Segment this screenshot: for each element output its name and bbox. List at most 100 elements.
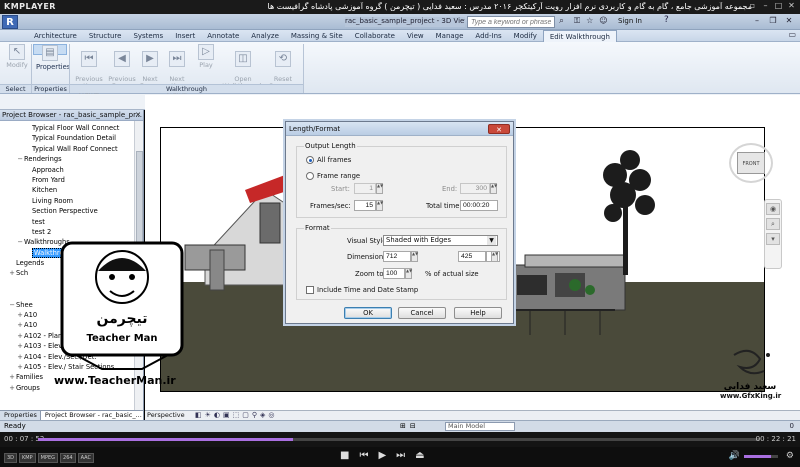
fps-spinner[interactable]: ▲▼ bbox=[376, 200, 383, 211]
filter-count[interactable]: 0 bbox=[790, 421, 794, 432]
seek-bar[interactable] bbox=[38, 438, 760, 441]
previous-key-frame-button[interactable]: ⏮ Previous Key Frame bbox=[72, 44, 106, 97]
browser-item[interactable]: Typical Foundation Detail bbox=[0, 133, 143, 143]
tab-manage[interactable]: Manage bbox=[430, 30, 470, 42]
dimension-height-field[interactable] bbox=[458, 251, 486, 262]
revit-app-button[interactable]: R bbox=[2, 15, 18, 29]
steering-wheel-icon[interactable]: ◉ bbox=[766, 203, 780, 215]
all-frames-label[interactable]: All frames bbox=[317, 156, 351, 164]
viewcube[interactable]: FRONT bbox=[737, 152, 765, 174]
visual-style-icon[interactable]: ◧ bbox=[195, 411, 202, 420]
properties-button[interactable]: ▤ Properties bbox=[33, 44, 70, 71]
user-icon[interactable]: ☺ bbox=[599, 16, 607, 26]
tree-toggle-icon[interactable]: + bbox=[16, 352, 24, 362]
tab-insert[interactable]: Insert bbox=[169, 30, 201, 42]
zoom-dropdown-icon[interactable]: ▾ bbox=[766, 233, 780, 245]
tab-structure[interactable]: Structure bbox=[83, 30, 128, 42]
help-button[interactable]: Help bbox=[454, 307, 502, 319]
tree-toggle-icon[interactable]: + bbox=[8, 268, 16, 278]
play-pause-icon[interactable]: ▶ bbox=[378, 450, 386, 461]
next-icon[interactable]: ⏭ bbox=[396, 450, 405, 461]
eject-icon[interactable]: ⏏ bbox=[415, 450, 424, 461]
frame-range-radio[interactable] bbox=[306, 172, 314, 180]
show-crop-icon[interactable]: ▢ bbox=[242, 411, 249, 420]
tree-toggle-icon[interactable]: + bbox=[16, 362, 24, 372]
pin-icon[interactable]: ▫ bbox=[748, 1, 757, 10]
shadows-icon[interactable]: ◐ bbox=[214, 411, 220, 420]
include-time-label[interactable]: Include Time and Date Stamp bbox=[317, 286, 418, 294]
cancel-button[interactable]: Cancel bbox=[398, 307, 446, 319]
ribbon-toggle-icon[interactable]: ▭ bbox=[788, 30, 796, 39]
frame-range-label[interactable]: Frame range bbox=[317, 172, 360, 180]
search-input[interactable] bbox=[467, 16, 555, 28]
tree-toggle-icon[interactable]: + bbox=[16, 320, 24, 330]
all-frames-radio[interactable] bbox=[306, 156, 314, 164]
render-icon[interactable]: ▣ bbox=[223, 411, 230, 420]
panel-label-select[interactable]: Select bbox=[0, 84, 31, 93]
browser-item[interactable]: Kitchen bbox=[0, 185, 143, 195]
stop-icon[interactable]: ■ bbox=[340, 450, 349, 461]
settings-icon[interactable]: ⚙ bbox=[786, 451, 794, 461]
browser-item[interactable]: −Renderings bbox=[0, 154, 143, 164]
tree-toggle-icon[interactable]: − bbox=[8, 300, 16, 310]
tree-toggle-icon[interactable]: + bbox=[8, 383, 16, 393]
browser-item[interactable]: Approach bbox=[0, 165, 143, 175]
tree-toggle-icon[interactable]: + bbox=[16, 331, 24, 341]
browser-item[interactable]: Typical Floor Wall Connect bbox=[0, 123, 143, 133]
start-spinner[interactable]: ▲▼ bbox=[376, 183, 383, 194]
tab-architecture[interactable]: Architecture bbox=[28, 30, 83, 42]
revit-minimize-icon[interactable]: – bbox=[750, 15, 764, 27]
include-time-checkbox[interactable] bbox=[306, 286, 314, 294]
tab-add-ins[interactable]: Add-Ins bbox=[469, 30, 507, 42]
lock-view-icon[interactable]: ⚲ bbox=[252, 411, 257, 420]
fps-field[interactable] bbox=[354, 200, 376, 211]
zoom-icon[interactable]: ⌕ bbox=[766, 218, 780, 230]
tab-collaborate[interactable]: Collaborate bbox=[349, 30, 401, 42]
play-button[interactable]: ▷ Play bbox=[194, 44, 218, 84]
tree-toggle-icon[interactable]: − bbox=[16, 154, 24, 164]
tree-toggle-icon[interactable]: + bbox=[8, 372, 16, 382]
dialog-close-button[interactable]: ✕ bbox=[488, 124, 510, 134]
browser-item[interactable]: Typical Wall Roof Connect bbox=[0, 144, 143, 154]
tree-toggle-icon[interactable]: + bbox=[16, 310, 24, 320]
communication-icon[interactable]: ☆ bbox=[586, 16, 593, 26]
next-key-frame-button[interactable]: ⏭ Next Key Frame bbox=[160, 44, 194, 97]
reset-cameras-button[interactable]: ⟲ Reset Cameras bbox=[266, 44, 300, 90]
hide-isolate-icon[interactable]: ◈ bbox=[260, 411, 265, 420]
dimension-height-spinner[interactable]: ▲▼ bbox=[491, 251, 498, 262]
browser-item[interactable]: test 2 bbox=[0, 227, 143, 237]
tab-edit-walkthrough[interactable]: Edit Walkthrough bbox=[542, 29, 617, 42]
sign-in-button[interactable]: Sign In bbox=[618, 17, 642, 25]
tab-project-browser[interactable]: Project Browser - rac_basic_... bbox=[40, 411, 144, 420]
tab-modify[interactable]: Modify bbox=[508, 30, 543, 42]
dimension-width-spinner[interactable]: ▲▼ bbox=[411, 251, 418, 262]
help-icon[interactable]: ? bbox=[664, 15, 669, 25]
close-icon[interactable]: ✕ bbox=[135, 110, 141, 121]
revit-restore-icon[interactable]: ❐ bbox=[766, 15, 780, 27]
end-spinner[interactable]: ▲▼ bbox=[490, 183, 497, 194]
design-options-icon[interactable]: ⊟ bbox=[410, 421, 416, 432]
revit-close-icon[interactable]: ✕ bbox=[782, 15, 796, 27]
worksets-icon[interactable]: ⊞ bbox=[400, 421, 406, 432]
volume-icon[interactable]: 🔊 bbox=[729, 451, 740, 461]
start-field[interactable] bbox=[354, 183, 376, 194]
sun-path-icon[interactable]: ☀ bbox=[205, 411, 211, 420]
visual-style-select[interactable]: Shaded with Edges ▼ bbox=[383, 235, 498, 246]
modify-button[interactable]: ↖ Modify bbox=[4, 44, 30, 84]
tab-view[interactable]: View bbox=[401, 30, 430, 42]
open-walkthrough-button[interactable]: ◫ Open Walkthrough bbox=[222, 44, 264, 90]
volume-slider[interactable] bbox=[744, 455, 778, 458]
tree-toggle-icon[interactable]: − bbox=[16, 237, 24, 247]
dimension-width-field[interactable] bbox=[383, 251, 411, 262]
end-field[interactable] bbox=[460, 183, 490, 194]
browser-item[interactable]: From Yard bbox=[0, 175, 143, 185]
previous-frame-button[interactable]: ◀ Previous Frame bbox=[106, 44, 138, 90]
zoom-spinner[interactable]: ▲▼ bbox=[405, 268, 412, 279]
zoom-field[interactable] bbox=[383, 268, 405, 279]
ok-button[interactable]: OK bbox=[344, 307, 392, 319]
tab-properties-panel[interactable]: Properties bbox=[0, 411, 41, 420]
tab-massing-site[interactable]: Massing & Site bbox=[285, 30, 349, 42]
tab-systems[interactable]: Systems bbox=[127, 30, 169, 42]
close-icon[interactable]: ✕ bbox=[787, 1, 796, 10]
tree-toggle-icon[interactable]: + bbox=[16, 341, 24, 351]
